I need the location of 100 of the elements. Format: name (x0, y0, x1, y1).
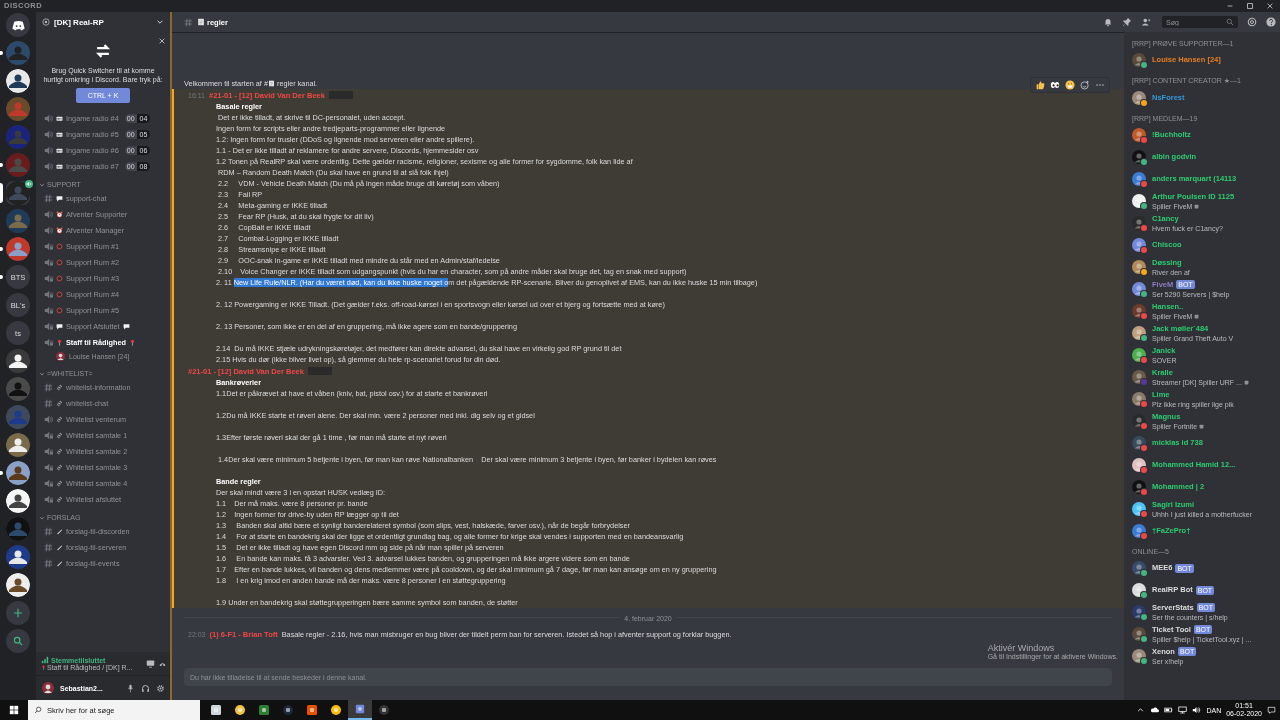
home-button[interactable] (6, 13, 30, 37)
speaker-icon (44, 209, 53, 219)
speaker-icon (44, 113, 53, 123)
pin-icon[interactable] (1122, 17, 1132, 27)
explore-button[interactable] (6, 629, 30, 653)
avatar (1132, 502, 1146, 516)
server-button[interactable] (6, 69, 30, 93)
avatar (1132, 436, 1146, 450)
search-icon (13, 636, 23, 646)
locked-speaker-icon (44, 289, 53, 299)
volume-icon[interactable] (1192, 706, 1202, 714)
activation-title: Aktivér Windows (987, 643, 1056, 653)
server-icon (6, 237, 30, 261)
avatar (1132, 370, 1146, 384)
headphones-icon[interactable] (141, 683, 150, 693)
avatar (1132, 524, 1146, 538)
server-button[interactable] (6, 573, 30, 597)
server-icon (6, 545, 30, 569)
link-icon (56, 479, 63, 487)
avatar (1132, 348, 1146, 362)
radio-icon (56, 114, 63, 122)
battery-icon[interactable] (1164, 706, 1174, 714)
radio-icon (56, 130, 63, 138)
server-icon (6, 405, 30, 429)
server-button[interactable] (6, 181, 30, 205)
link-icon (56, 399, 63, 407)
grinning-face-icon[interactable] (1065, 80, 1075, 90)
server-icon (6, 97, 30, 121)
avatar (1132, 627, 1146, 641)
eyes-icon[interactable] (1050, 80, 1060, 90)
speaker-icon (44, 225, 53, 235)
avatar (1132, 128, 1146, 142)
hash-icon (44, 382, 53, 392)
thumbs-up-icon[interactable] (1035, 80, 1045, 90)
server-name-button[interactable]: [DK] Real-RP (36, 12, 170, 32)
avatar (1132, 91, 1146, 105)
locked-speaker-icon (44, 241, 53, 251)
locked-speaker-icon (44, 337, 53, 347)
locked-speaker-icon (44, 321, 53, 331)
microphone-icon[interactable] (126, 683, 135, 693)
server-icon (6, 377, 30, 401)
help-icon[interactable] (1266, 17, 1276, 27)
server-icon (6, 461, 30, 485)
network-icon[interactable] (1178, 706, 1188, 714)
chevron-up-icon[interactable] (1136, 706, 1146, 714)
speech-bubble-icon (56, 194, 63, 202)
mention-icon[interactable] (1247, 17, 1257, 27)
link-icon (56, 431, 63, 439)
server-button[interactable] (6, 433, 30, 457)
close-icon[interactable] (158, 37, 166, 45)
avatar (1132, 216, 1146, 230)
hash-icon (44, 526, 53, 536)
settings-icon[interactable] (156, 683, 165, 693)
server-icon (6, 433, 30, 457)
link-icon (56, 383, 63, 391)
avatar (1132, 304, 1146, 318)
avatar (1132, 458, 1146, 472)
server-icon (6, 517, 30, 541)
screen-share-icon[interactable] (146, 659, 155, 668)
locked-speaker-icon (44, 494, 53, 504)
locked-speaker-icon (44, 305, 53, 315)
notifications-icon[interactable] (1267, 706, 1276, 714)
avatar (1132, 172, 1146, 186)
search-icon (34, 706, 42, 714)
signal-icon (41, 656, 49, 664)
pin-icon (129, 338, 136, 346)
notepad-icon (197, 18, 205, 26)
server-button[interactable] (6, 461, 30, 485)
locked-speaker-icon (44, 462, 53, 472)
avatar (1132, 238, 1146, 252)
locked-speaker-icon (44, 430, 53, 440)
hash-icon (44, 542, 53, 552)
controller-logo-icon (10, 19, 26, 31)
server-icon (6, 489, 30, 513)
alarm-clock-icon (56, 226, 63, 234)
locked-speaker-icon (44, 478, 53, 488)
locked-speaker-icon (44, 257, 53, 267)
avatar (1132, 605, 1146, 619)
link-icon (56, 463, 63, 471)
avatar (56, 352, 65, 361)
server-button[interactable] (6, 545, 30, 569)
server-button[interactable] (6, 489, 30, 513)
members-icon[interactable] (1141, 17, 1151, 27)
cloud-icon[interactable] (1150, 706, 1160, 714)
avatar (1132, 392, 1146, 406)
bell-icon[interactable] (1103, 17, 1113, 27)
server-button[interactable] (6, 237, 30, 261)
radio-icon (56, 162, 63, 170)
avatar (1132, 260, 1146, 274)
server-icon (6, 41, 30, 65)
hash-icon (44, 398, 53, 408)
pin-icon (41, 665, 46, 670)
radio-icon (56, 146, 63, 154)
avatar (42, 682, 54, 694)
avatar (1132, 583, 1146, 597)
link-icon (56, 447, 63, 455)
add-server-button[interactable] (6, 601, 30, 625)
add-reaction-icon[interactable] (1080, 80, 1090, 90)
hash-icon (44, 193, 53, 203)
speech-bubble-icon (122, 322, 130, 330)
